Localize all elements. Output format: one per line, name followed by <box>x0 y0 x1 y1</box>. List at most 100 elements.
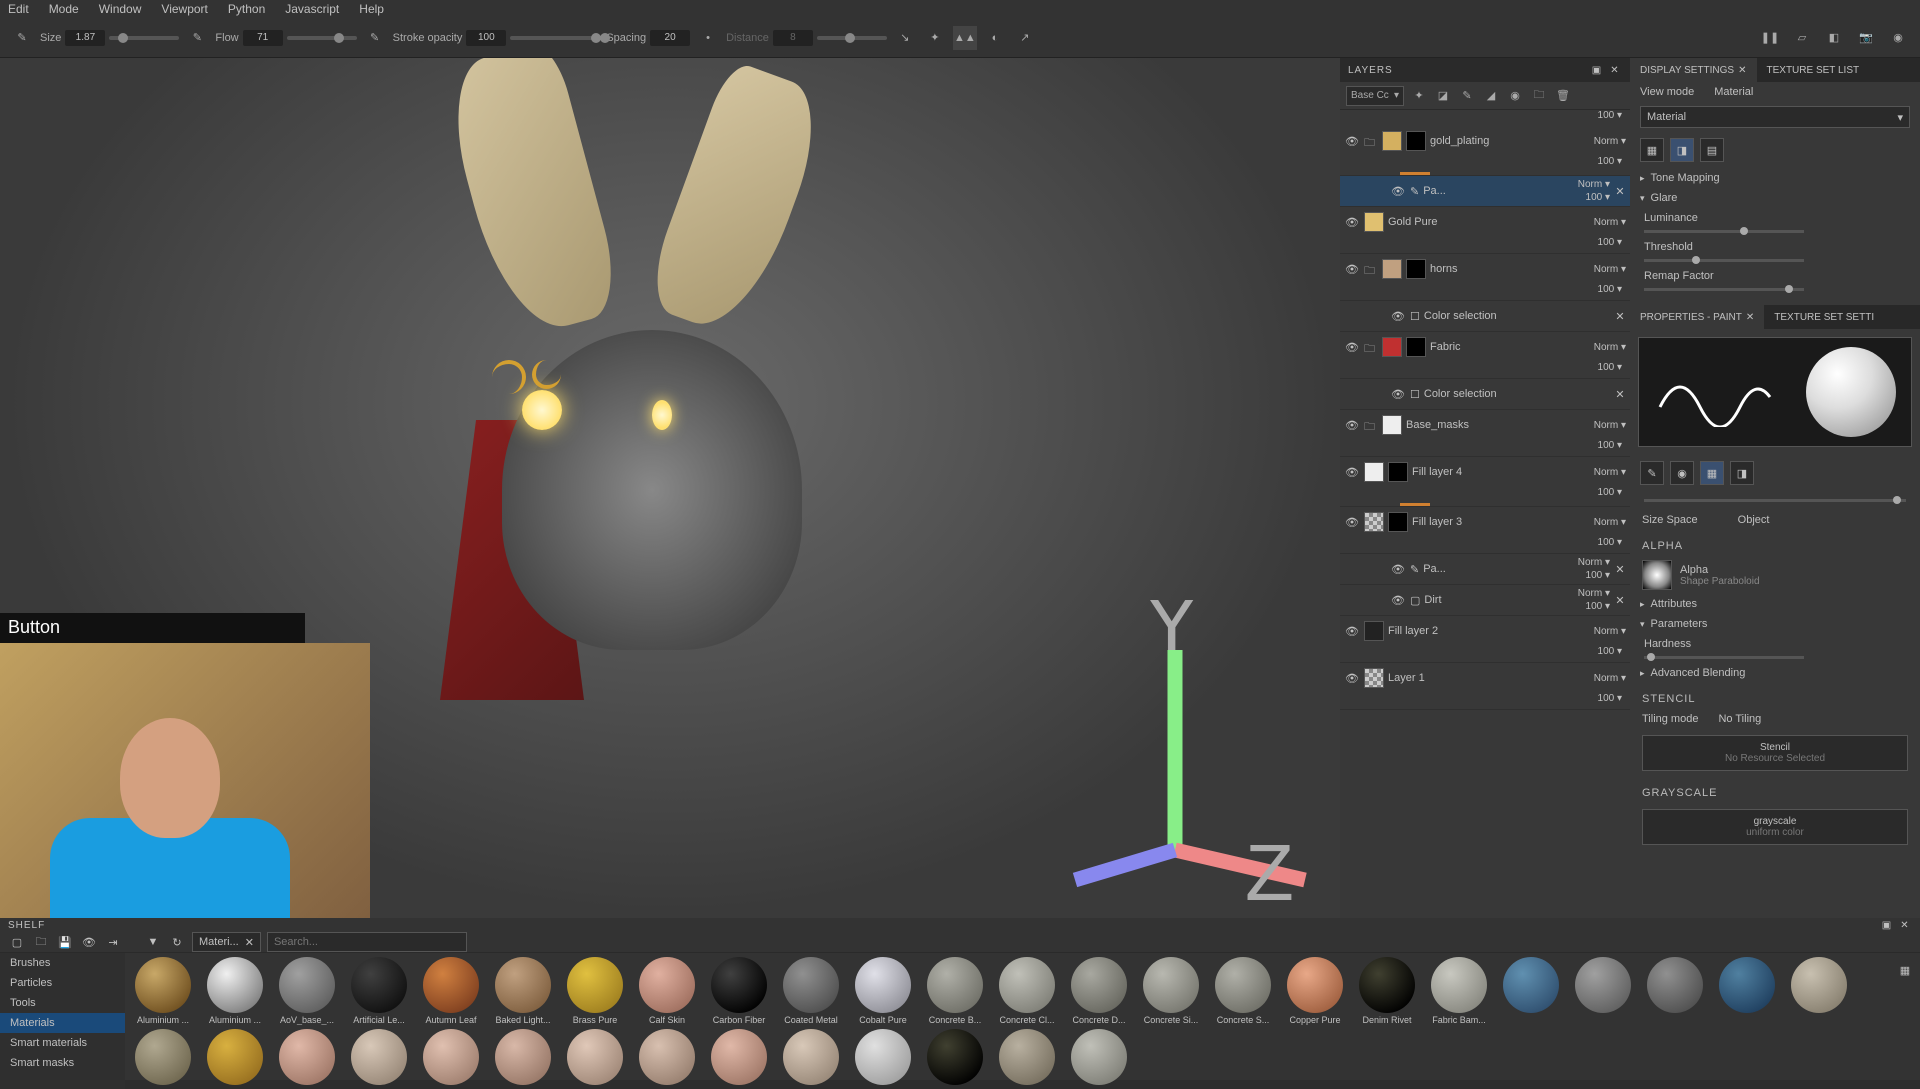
opacity-value[interactable]: 100 ▾ <box>1586 601 1610 612</box>
layer-item[interactable]: 👁▢DirtNorm ▾100 ▾✕ <box>1340 585 1630 616</box>
material-item[interactable]: Aluminium ... <box>129 957 197 1025</box>
material-item[interactable]: Concrete Si... <box>1137 957 1205 1025</box>
channel-select[interactable]: Base Cc▾ <box>1346 86 1404 106</box>
perspective-icon[interactable]: ▱ <box>1790 26 1814 50</box>
visibility-icon[interactable]: 👁 <box>1344 214 1360 230</box>
mask-thumb[interactable] <box>1406 131 1426 151</box>
layer-item[interactable]: 👁🗀hornsNorm ▾100 ▾ <box>1340 254 1630 301</box>
view-flat-icon[interactable]: ▦ <box>1640 138 1664 162</box>
material-item[interactable] <box>1785 957 1853 1025</box>
material-icon[interactable]: ◨ <box>1730 461 1754 485</box>
material-item[interactable]: Autumn Leaf <box>417 957 485 1025</box>
close-icon[interactable]: ✕ <box>1746 312 1754 323</box>
material-item[interactable] <box>345 1029 413 1085</box>
shelf-save-icon[interactable]: 💾 <box>56 933 74 951</box>
opacity-value[interactable]: 100 ▾ <box>1340 237 1630 253</box>
menu-window[interactable]: Window <box>99 2 142 16</box>
flow-slider[interactable] <box>287 36 357 40</box>
folder-icon[interactable]: 🗀 <box>1530 87 1548 105</box>
tone-mapping-section[interactable]: ▸Tone Mapping <box>1630 168 1920 188</box>
visibility-icon[interactable]: 👁 <box>1344 417 1360 433</box>
material-item[interactable]: Brass Pure <box>561 957 629 1025</box>
layer-item[interactable]: 👁☐Color selection✕ <box>1340 379 1630 410</box>
shelf-category[interactable]: Materials <box>0 1013 125 1033</box>
visibility-icon[interactable]: 👁 <box>1390 561 1406 577</box>
visibility-icon[interactable]: 👁 <box>1390 183 1406 199</box>
menu-viewport[interactable]: Viewport <box>161 2 207 16</box>
menu-mode[interactable]: Mode <box>49 2 79 16</box>
remove-icon[interactable]: ✕ <box>1614 310 1626 323</box>
layer-thumb[interactable] <box>1382 259 1402 279</box>
mask-thumb[interactable] <box>1406 259 1426 279</box>
blend-mode[interactable]: Norm ▾ <box>1594 420 1626 431</box>
blend-mode[interactable]: Norm ▾ <box>1578 588 1610 599</box>
layer-item[interactable]: 👁🗀FabricNorm ▾100 ▾ <box>1340 332 1630 379</box>
menu-help[interactable]: Help <box>359 2 384 16</box>
remove-icon[interactable]: ✕ <box>1614 594 1626 607</box>
cube-icon[interactable]: ◧ <box>1822 26 1846 50</box>
checkbox-icon[interactable]: ☐ <box>1410 388 1420 401</box>
symmetry-icon[interactable]: ▲▲ <box>953 26 977 50</box>
visibility-icon[interactable]: 👁 <box>1390 308 1406 324</box>
opacity-value[interactable]: 100 ▾ <box>1340 284 1630 300</box>
visibility-icon[interactable]: 👁 <box>1344 261 1360 277</box>
grayscale-slot[interactable]: grayscale uniform color <box>1642 809 1908 845</box>
remove-icon[interactable]: ✕ <box>1614 185 1626 198</box>
blend-mode[interactable]: Norm ▾ <box>1594 517 1626 528</box>
layer-item[interactable]: 👁Layer 1Norm ▾100 ▾ <box>1340 663 1630 710</box>
material-item[interactable] <box>1065 1029 1133 1085</box>
visibility-icon[interactable]: 👁 <box>1344 133 1360 149</box>
opacity-value[interactable]: 100 ▾ <box>1340 362 1630 378</box>
opacity-value[interactable]: 100 <box>466 30 506 46</box>
material-item[interactable] <box>561 1029 629 1085</box>
visibility-icon[interactable]: 👁 <box>1390 386 1406 402</box>
grid-view-icon[interactable]: ▦ <box>1896 961 1914 979</box>
viewport[interactable]: Button YZ <box>0 58 1340 918</box>
layer-item[interactable]: 👁Fill layer 4Norm ▾100 ▾ <box>1340 457 1630 507</box>
material-item[interactable]: Denim Rivet <box>1353 957 1421 1025</box>
layer-thumb[interactable] <box>1364 512 1384 532</box>
material-item[interactable] <box>921 1029 989 1085</box>
material-item[interactable] <box>993 1029 1061 1085</box>
shelf-category[interactable]: Brushes <box>0 953 125 973</box>
material-item[interactable] <box>1569 957 1637 1025</box>
addmask-icon[interactable]: ◪ <box>1434 87 1452 105</box>
material-item[interactable] <box>273 1029 341 1085</box>
brushmode-icon[interactable]: ✎ <box>1640 461 1664 485</box>
parameters-section[interactable]: ▾Parameters <box>1630 614 1920 634</box>
opacity-value[interactable]: 100 ▾ <box>1340 487 1630 503</box>
layer-thumb[interactable] <box>1364 621 1384 641</box>
material-item[interactable] <box>129 1029 197 1085</box>
shelf-category[interactable]: Smart masks <box>0 1053 125 1073</box>
material-item[interactable] <box>417 1029 485 1085</box>
menu-python[interactable]: Python <box>228 2 265 16</box>
opacity-value[interactable]: 100 ▾ <box>1340 156 1630 172</box>
wand-icon[interactable]: ✦ <box>923 26 947 50</box>
close-icon[interactable]: ✕ <box>1738 65 1746 76</box>
glare-section[interactable]: ▾Glare <box>1630 188 1920 208</box>
opacity-value[interactable]: 100 ▾ <box>1340 440 1630 456</box>
shelf-import-icon[interactable]: ⇥ <box>104 933 122 951</box>
material-item[interactable] <box>777 1029 845 1085</box>
stroke-icon[interactable]: ↘ <box>893 26 917 50</box>
material-item[interactable] <box>1497 957 1565 1025</box>
threshold-slider[interactable] <box>1644 259 1804 262</box>
material-item[interactable]: Concrete S... <box>1209 957 1277 1025</box>
visibility-icon[interactable]: 👁 <box>1344 464 1360 480</box>
snapshot-icon[interactable]: ◉ <box>1886 26 1910 50</box>
close-icon[interactable]: ✕ <box>1898 918 1912 932</box>
material-dropdown[interactable]: Material▾ <box>1640 106 1910 128</box>
blend-mode[interactable]: Norm ▾ <box>1594 673 1626 684</box>
material-item[interactable] <box>633 1029 701 1085</box>
shelf-refresh-icon[interactable]: ↻ <box>168 933 186 951</box>
blend-mode[interactable]: Norm ▾ <box>1578 179 1610 190</box>
distance-slider[interactable] <box>817 36 887 40</box>
material-item[interactable]: Copper Pure <box>1281 957 1349 1025</box>
search-input[interactable] <box>267 932 467 952</box>
material-item[interactable]: Concrete B... <box>921 957 989 1025</box>
shelf-new-icon[interactable]: ▢ <box>8 933 26 951</box>
layer-item[interactable]: 👁🗀gold_platingNorm ▾100 ▾ <box>1340 126 1630 176</box>
material-item[interactable]: Artificial Le... <box>345 957 413 1025</box>
material-item[interactable] <box>1641 957 1709 1025</box>
material-item[interactable]: Coated Metal <box>777 957 845 1025</box>
